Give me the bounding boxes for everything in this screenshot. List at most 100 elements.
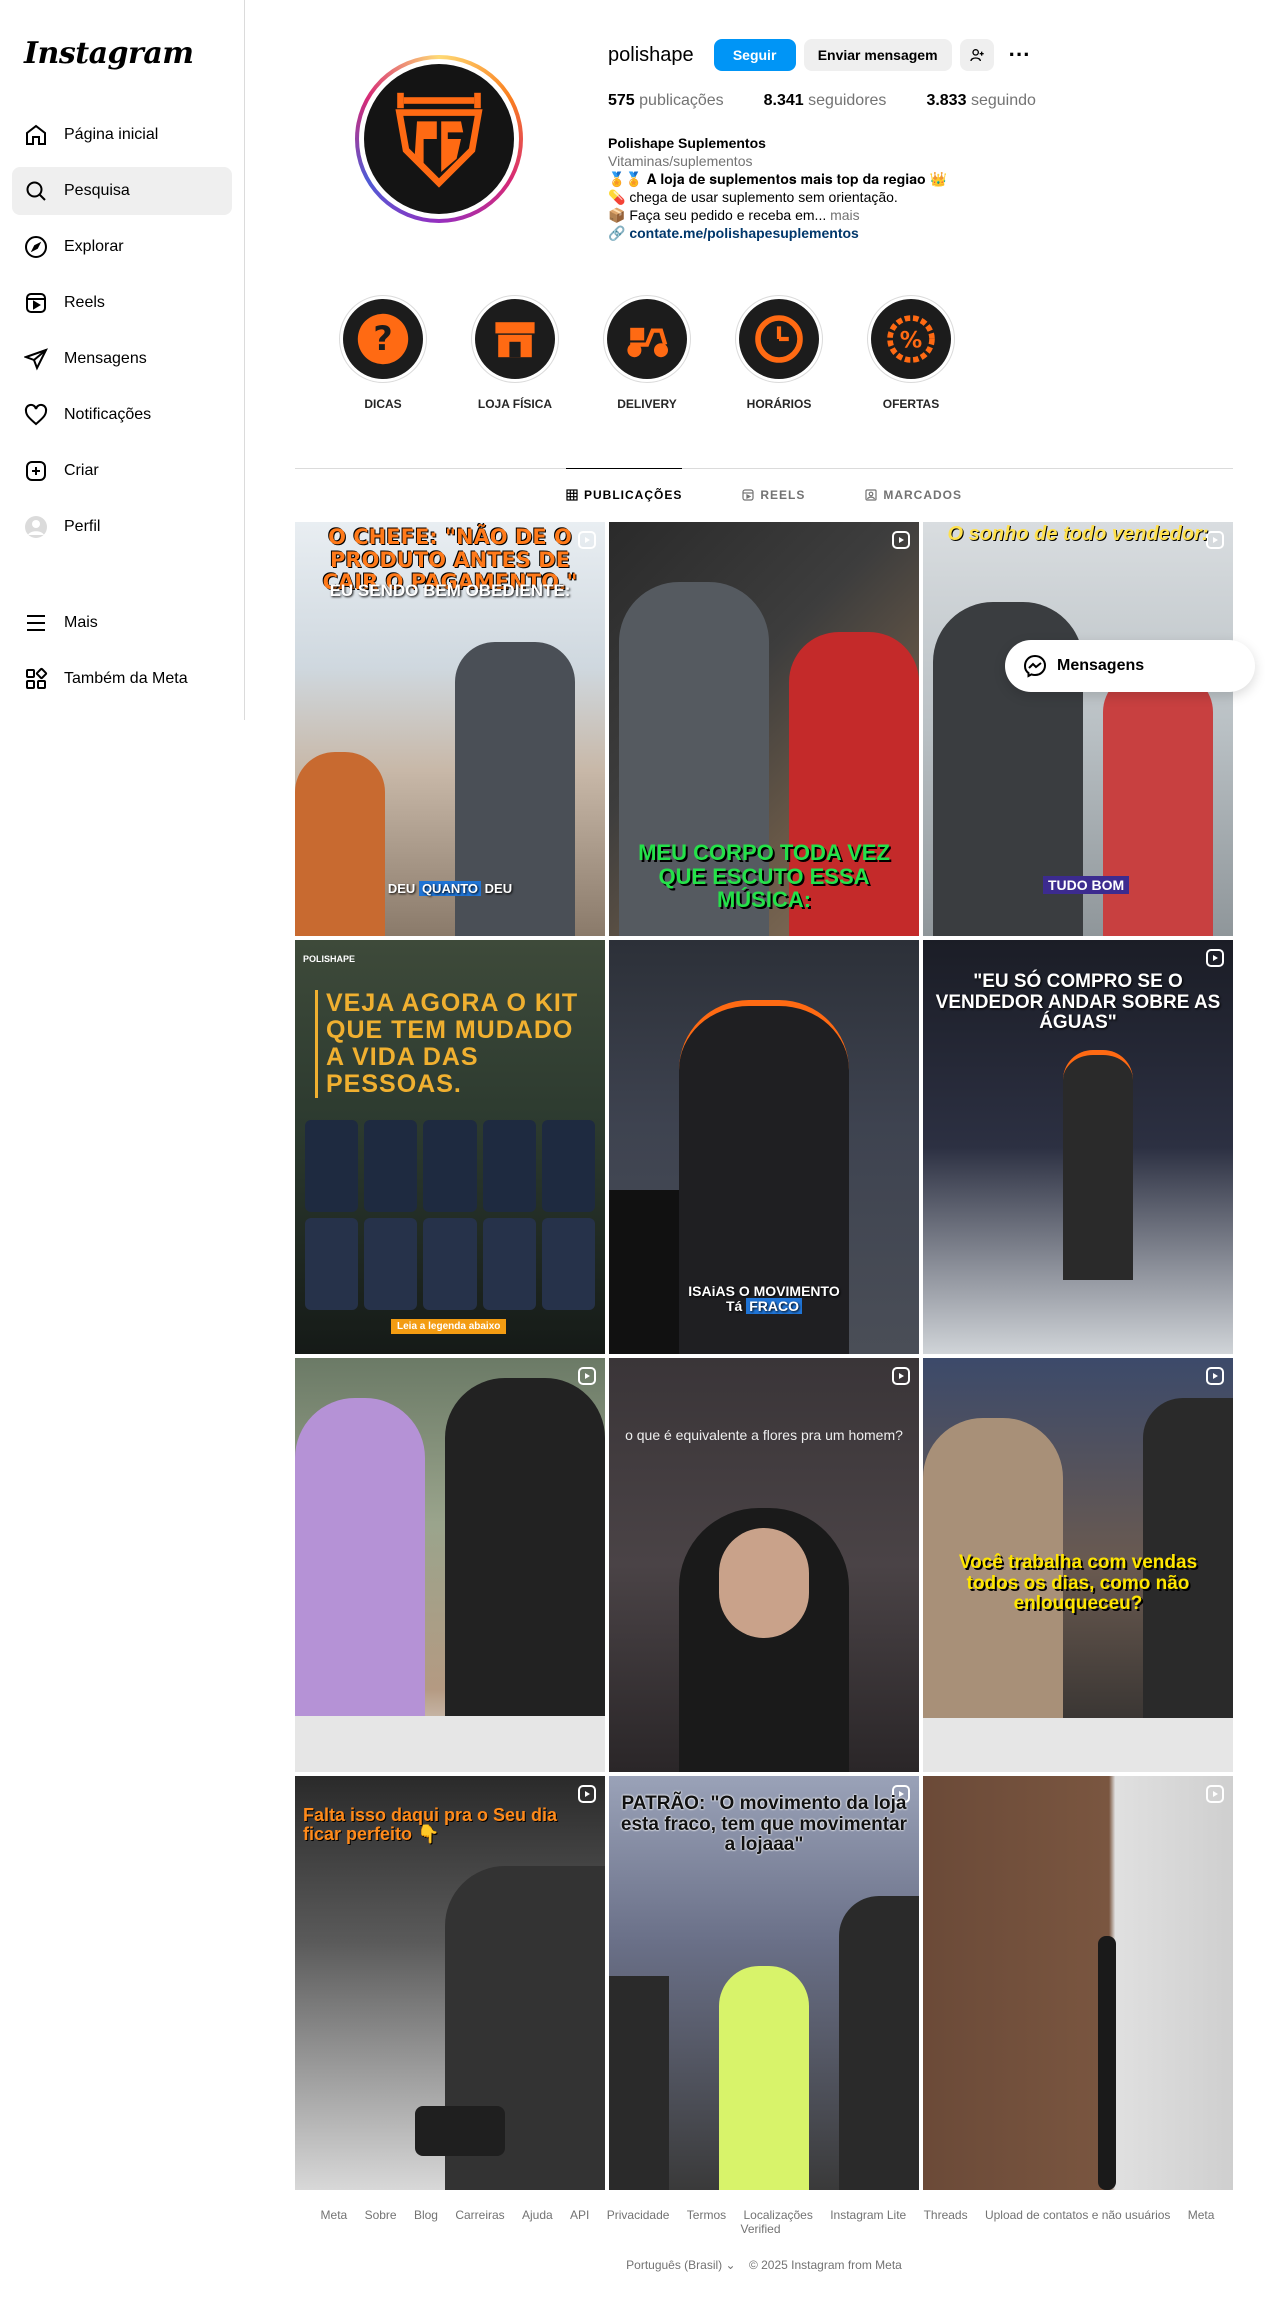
sidebar-item-explore[interactable]: Explorar xyxy=(12,223,232,271)
sidebar-item-more[interactable]: Mais xyxy=(12,599,232,647)
heart-icon xyxy=(24,403,48,427)
post-tile[interactable]: Falta isso daqui pra o Seu dia ficar per… xyxy=(295,1776,605,2190)
svg-text:%: % xyxy=(900,327,922,353)
highlight-label: LOJA FÍSICA xyxy=(477,397,553,411)
sidebar-item-home[interactable]: Página inicial xyxy=(12,111,232,159)
sidebar-item-label: Perfil xyxy=(64,518,101,535)
post-caption: VEJA AGORA O KIT QUE TEM MUDADO A VIDA D… xyxy=(315,990,597,1098)
posts-grid: O CHEFE: "NÃO DE O PRODUTO ANTES DE CAIR… xyxy=(295,522,1233,2190)
highlight-horarios[interactable]: HORÁRIOS xyxy=(735,295,823,411)
highlight-label: DELIVERY xyxy=(617,397,677,411)
footer-link[interactable]: Upload de contatos e não usuários xyxy=(985,2208,1170,2222)
post-tile[interactable]: MEU CORPO TODA VEZ QUE ESCUTO ESSA MÚSIC… xyxy=(609,522,919,936)
reel-indicator-icon xyxy=(1206,949,1224,967)
instagram-logo[interactable]: Instagram xyxy=(12,36,232,71)
post-caption: Você trabalha com vendas todos os dias, … xyxy=(958,1552,1198,1615)
messages-float-button[interactable]: Mensagens xyxy=(1005,640,1255,692)
post-tile[interactable]: PATRÃO: "O movimento da loja esta fraco,… xyxy=(609,1776,919,2190)
post-caption: MEU CORPO TODA VEZ QUE ESCUTO ESSA MÚSIC… xyxy=(638,839,890,913)
tab-label: REELS xyxy=(760,487,806,502)
tab-label: MARCADOS xyxy=(883,487,963,502)
chevron-down-icon: ⌄ xyxy=(725,2258,736,2272)
following-stat[interactable]: 3.833 seguindo xyxy=(926,92,1035,110)
sidebar-item-messages[interactable]: Mensagens xyxy=(12,335,232,383)
profile-header: polishape Seguir Enviar mensagem ··· 575… xyxy=(295,0,1233,260)
post-tile[interactable] xyxy=(923,1776,1233,2190)
highlight-ofertas[interactable]: % OFERTAS xyxy=(867,295,955,411)
sidebar-item-reels[interactable]: Reels xyxy=(12,279,232,327)
footer-link[interactable]: Localizações xyxy=(743,2208,812,2222)
sidebar-item-label: Mensagens xyxy=(64,350,147,367)
sidebar-item-also-from-meta[interactable]: Também da Meta xyxy=(12,655,232,703)
grid-icon xyxy=(566,488,578,501)
highlight-label: HORÁRIOS xyxy=(746,397,812,411)
messages-float-label: Mensagens xyxy=(1057,657,1145,674)
send-message-button[interactable]: Enviar mensagem xyxy=(803,39,952,71)
post-tile[interactable]: POLISHAPE VEJA AGORA O KIT QUE TEM MUDAD… xyxy=(295,940,605,1354)
story-highlights: ? DICAS LOJA FÍSICA DELIVERY HORÁRIOS % xyxy=(339,295,999,411)
highlight-label: OFERTAS xyxy=(882,397,940,411)
footer-link[interactable]: Carreiras xyxy=(455,2208,504,2222)
profile-bio: Polishape Suplementos Vitaminas/suplemen… xyxy=(608,134,1228,242)
posts-stat: 575 publicações xyxy=(608,92,724,109)
footer-link[interactable]: Blog xyxy=(414,2208,438,2222)
messenger-icon xyxy=(1023,654,1047,678)
profile-info: polishape Seguir Enviar mensagem ··· 575… xyxy=(608,38,1228,242)
post-tile[interactable]: ISAiAS O MOVIMENTO Tá FRACO xyxy=(609,940,919,1354)
username: polishape xyxy=(608,43,694,66)
compass-icon xyxy=(24,235,48,259)
tab-tagged[interactable]: MARCADOS xyxy=(865,468,962,520)
post-tile[interactable] xyxy=(295,1358,605,1772)
footer-link[interactable]: Ajuda xyxy=(522,2208,553,2222)
more-link[interactable]: mais xyxy=(830,207,860,223)
footer-link[interactable]: API xyxy=(570,2208,589,2222)
highlight-label: DICAS xyxy=(364,397,402,411)
tab-reels[interactable]: REELS xyxy=(742,468,805,520)
reels-icon xyxy=(742,488,754,501)
plus-square-icon xyxy=(24,459,48,483)
highlight-dicas[interactable]: ? DICAS xyxy=(339,295,427,411)
follow-button[interactable]: Seguir xyxy=(713,39,796,71)
post-caption: ISAiAS O MOVIMENTO Tá FRACO xyxy=(688,1282,840,1314)
add-person-icon xyxy=(969,49,984,62)
post-tile[interactable]: Você trabalha com vendas todos os dias, … xyxy=(923,1358,1233,1772)
display-name: Polishape Suplementos xyxy=(608,135,766,151)
highlight-loja-fisica[interactable]: LOJA FÍSICA xyxy=(471,295,559,411)
footer-link[interactable]: Instagram Lite xyxy=(830,2208,906,2222)
profile-main: polishape Seguir Enviar mensagem ··· 575… xyxy=(295,0,1233,2190)
language-selector[interactable]: Português (Brasil) ⌄ xyxy=(626,2258,735,2272)
polishape-logo-icon xyxy=(395,92,483,188)
menu-icon xyxy=(24,611,48,635)
brand-tag: POLISHAPE xyxy=(303,954,356,964)
sidebar-item-create[interactable]: Criar xyxy=(12,447,232,495)
bio-line: 💊 chega de usar suplemento sem orientaçã… xyxy=(608,189,898,205)
sidebar-item-label: Criar xyxy=(64,462,99,479)
tab-posts[interactable]: PUBLICAÇÕES xyxy=(565,468,683,520)
sidebar-item-notifications[interactable]: Notificações xyxy=(12,391,232,439)
profile-avatar[interactable] xyxy=(355,55,523,223)
home-icon xyxy=(24,123,48,147)
more-options-icon[interactable]: ··· xyxy=(1002,39,1038,71)
post-tile[interactable]: "EU SÓ COMPRO SE O VENDEDOR ANDAR SOBRE … xyxy=(923,940,1233,1354)
footer-link[interactable]: Termos xyxy=(687,2208,726,2222)
post-caption: o que é equivalente a flores pra um home… xyxy=(625,1427,903,1443)
followers-stat[interactable]: 8.341 seguidores xyxy=(764,92,887,110)
suggested-accounts-button[interactable] xyxy=(959,39,994,71)
tagged-icon xyxy=(865,488,877,501)
copyright: © 2025 Instagram from Meta xyxy=(748,2258,902,2272)
category-label: Vitaminas/suplementos xyxy=(608,153,753,169)
highlight-delivery[interactable]: DELIVERY xyxy=(603,295,691,411)
footer-link[interactable]: Sobre xyxy=(365,2208,397,2222)
footer-link[interactable]: Meta xyxy=(321,2208,348,2222)
sidebar-item-profile[interactable]: Perfil xyxy=(12,503,232,551)
reel-indicator-icon xyxy=(892,531,910,549)
post-tile[interactable]: O sonho de todo vendedor: TUDO BOM xyxy=(923,522,1233,936)
grid-icon xyxy=(24,667,48,691)
sidebar-item-search[interactable]: Pesquisa xyxy=(12,167,232,215)
bio-link[interactable]: contate.me/polishapesuplementos xyxy=(629,225,859,241)
sidebar-item-label: Reels xyxy=(64,294,105,311)
footer-link[interactable]: Privacidade xyxy=(607,2208,670,2222)
post-tile[interactable]: O CHEFE: "NÃO DE O PRODUTO ANTES DE CAIR… xyxy=(295,522,605,936)
footer-link[interactable]: Threads xyxy=(924,2208,968,2222)
post-tile[interactable]: o que é equivalente a flores pra um home… xyxy=(609,1358,919,1772)
